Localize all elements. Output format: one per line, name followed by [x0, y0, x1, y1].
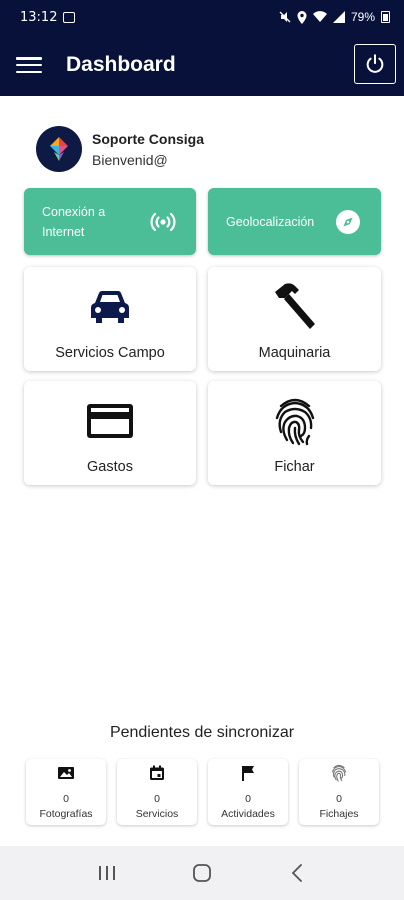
status-icons: 79%	[279, 10, 390, 24]
battery-percent: 79%	[350, 10, 375, 24]
pending-photos-label: Fotografías	[39, 808, 93, 820]
pending-photos-count: 0	[63, 793, 69, 805]
pending-activities-label: Actividades	[221, 808, 275, 820]
clock-in-card[interactable]: Fichar	[208, 381, 381, 485]
signal-icon	[332, 11, 345, 23]
hammer-icon	[274, 283, 315, 329]
expenses-card[interactable]: Gastos	[24, 381, 196, 485]
pending-services-card[interactable]: 0 Servicios	[117, 759, 197, 825]
logout-button[interactable]	[354, 44, 396, 84]
car-icon	[91, 291, 129, 323]
pending-activities-card[interactable]: 0 Actividades	[208, 759, 288, 825]
power-icon	[366, 54, 384, 73]
pending-photos-card[interactable]: 0 Fotografías	[26, 759, 106, 825]
mute-icon	[279, 11, 291, 23]
avatar	[36, 126, 82, 172]
page-title: Dashboard	[66, 53, 176, 76]
internet-button-label-line2: Internet	[42, 224, 85, 239]
back-icon	[291, 864, 302, 882]
pending-services-label: Servicios	[135, 808, 179, 820]
credit-card-icon	[87, 404, 133, 438]
fingerprint-icon	[275, 398, 314, 446]
system-nav-bar	[0, 846, 404, 900]
pending-clockins-card[interactable]: 0 Fichajes	[299, 759, 379, 825]
battery-icon	[381, 11, 390, 23]
pending-clockins-count: 0	[336, 793, 342, 805]
status-bar: 13:12 79%	[0, 0, 404, 34]
user-name: Soporte Consiga	[92, 130, 205, 147]
internet-connection-button[interactable]: Conexión a Internet	[24, 188, 196, 255]
home-icon	[193, 864, 211, 882]
fingerprint-icon	[331, 764, 347, 782]
expenses-label: Gastos	[87, 459, 133, 475]
pending-services-count: 0	[154, 793, 160, 805]
user-greeting: Bienvenid@	[92, 151, 168, 168]
calendar-icon	[150, 765, 164, 780]
field-services-card[interactable]: Servicios Campo	[24, 267, 196, 371]
pending-activities-count: 0	[245, 793, 251, 805]
field-services-label: Servicios Campo	[55, 345, 165, 361]
flag-icon	[242, 766, 254, 781]
menu-icon[interactable]	[16, 55, 42, 75]
machinery-label: Maquinaria	[258, 345, 331, 361]
pending-clockins-label: Fichajes	[319, 808, 359, 820]
recent-apps-button[interactable]	[87, 853, 127, 893]
internet-button-label-line1: Conexión a	[42, 204, 106, 219]
gallery-notification-icon	[63, 11, 76, 23]
wifi-signal-icon	[150, 212, 176, 231]
wifi-status-icon	[312, 11, 327, 22]
location-icon	[297, 10, 307, 24]
home-button[interactable]	[182, 853, 222, 893]
company-logo-icon	[50, 137, 68, 161]
photo-icon	[58, 767, 74, 779]
recent-apps-icon	[99, 866, 116, 880]
back-button[interactable]	[277, 853, 317, 893]
geolocation-button-label: Geolocalización	[226, 214, 315, 229]
user-info: Soporte Consiga Bienvenid@	[36, 126, 204, 172]
compass-icon	[336, 209, 360, 234]
machinery-card[interactable]: Maquinaria	[208, 267, 381, 371]
geolocation-button[interactable]: Geolocalización	[208, 188, 381, 255]
pending-sync-title: Pendientes de sincronizar	[109, 724, 295, 741]
app-bar: Dashboard	[0, 34, 404, 96]
status-time: 13:12	[20, 9, 58, 25]
clock-in-label: Fichar	[274, 459, 315, 475]
